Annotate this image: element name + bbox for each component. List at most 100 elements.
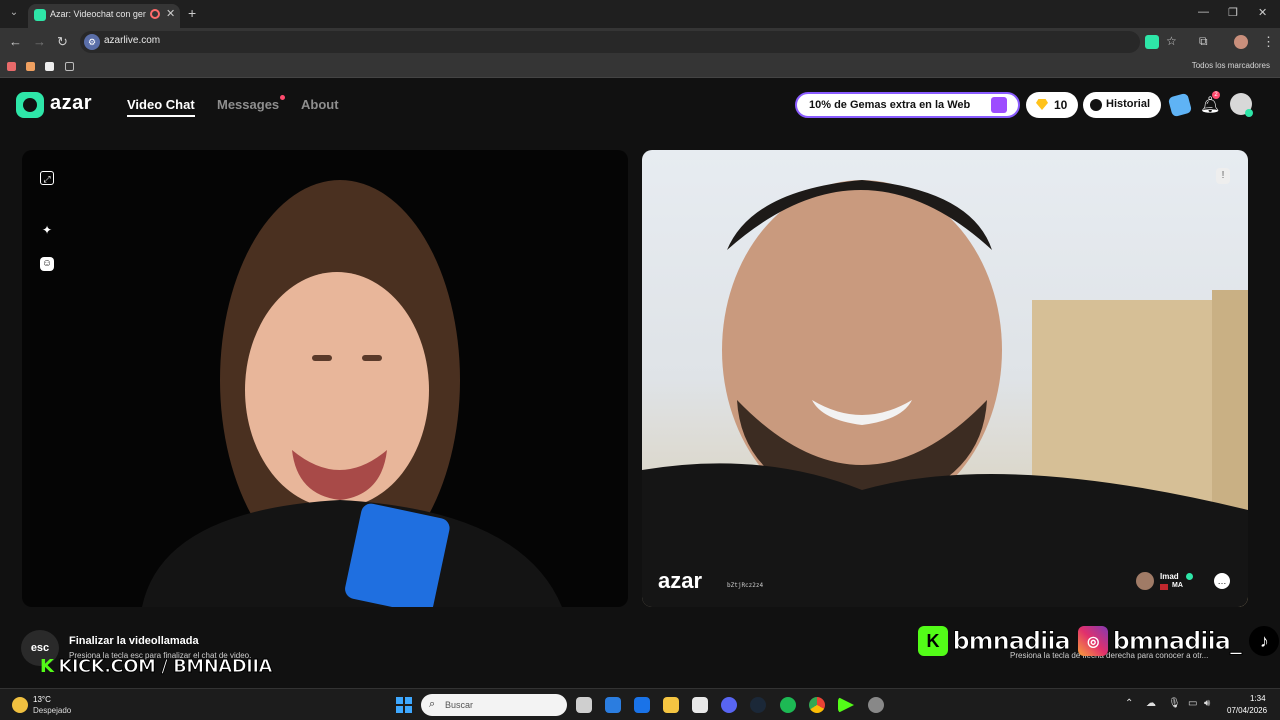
file-explorer-icon[interactable] bbox=[663, 697, 679, 713]
gift-icon bbox=[991, 97, 1007, 113]
clock-date[interactable]: 07/04/2026 bbox=[1227, 706, 1267, 715]
cloud-icon[interactable]: ☁ bbox=[1146, 698, 1156, 709]
outlook-icon[interactable] bbox=[634, 697, 650, 713]
azar-watermark: azar bbox=[658, 568, 703, 593]
face-filter-icon[interactable]: ☺ bbox=[40, 257, 54, 271]
kick-overlay: K KICK.COM / BMNADIIA bbox=[40, 656, 273, 678]
social-handle: bmnadiia bbox=[952, 627, 1071, 656]
search-placeholder: Buscar bbox=[445, 700, 474, 710]
windows-start-icon[interactable] bbox=[396, 697, 412, 713]
extensions-puzzle-icon[interactable]: ⧉ bbox=[1199, 34, 1208, 49]
peer-avatar[interactable] bbox=[1136, 572, 1154, 590]
forward-icon[interactable]: → bbox=[33, 34, 46, 49]
reload-icon[interactable]: ↻ bbox=[57, 34, 68, 50]
bookmarks-bar: Todos los marcadores bbox=[0, 56, 1280, 78]
browser-menu-icon[interactable]: ⋮ bbox=[1262, 34, 1275, 50]
clock-icon bbox=[1090, 99, 1102, 111]
bookmark-star-icon[interactable]: ☆ bbox=[1166, 34, 1177, 48]
gems-count: 10 bbox=[1054, 98, 1068, 112]
peer-video-panel: ! azar bZtjRcz2z4 Imad MA … bbox=[642, 150, 1248, 607]
bookmark-icon[interactable] bbox=[7, 62, 16, 71]
url-field[interactable]: ⚙ azarlive.com bbox=[80, 31, 1140, 53]
online-status-dot bbox=[1245, 109, 1253, 117]
self-video-panel: ⤢ ✦ ☺ bbox=[22, 150, 628, 607]
bookmark-icon[interactable] bbox=[26, 62, 35, 71]
azar-app: azar Video Chat Messages About 10% de Ge… bbox=[0, 78, 1280, 688]
clock-time[interactable]: 1:34 bbox=[1250, 694, 1266, 703]
profile-avatar-icon[interactable] bbox=[1234, 35, 1248, 49]
nav-messages[interactable]: Messages bbox=[217, 97, 279, 112]
tiktok-icon: ♪ bbox=[1249, 626, 1280, 656]
azar-logo-icon[interactable] bbox=[16, 92, 44, 118]
app-icon[interactable] bbox=[692, 697, 708, 713]
kick-handle: KICK.COM / BMNADIIA bbox=[58, 656, 273, 678]
network-icon[interactable]: ▭ bbox=[1188, 698, 1197, 709]
brand-name[interactable]: azar bbox=[50, 92, 92, 115]
end-call-title: Finalizar la videollamada bbox=[69, 635, 199, 647]
address-bar: ← → ↻ ⚙ azarlive.com ☆ ⧉ ⋮ bbox=[0, 28, 1280, 56]
instagram-icon: ◎ bbox=[1078, 626, 1109, 656]
weather-moon-icon[interactable] bbox=[12, 697, 28, 713]
social-handles-overlay: K bmnadiia ◎ bmnadiia_ ♪ bmn bbox=[918, 626, 1280, 660]
tab-close-icon[interactable]: ✕ bbox=[166, 7, 175, 20]
maximize-icon[interactable]: ❐ bbox=[1228, 6, 1238, 19]
tab-title: Azar: Videochat con gente bbox=[50, 9, 146, 19]
discord-icon[interactable] bbox=[721, 697, 737, 713]
apps-grid-icon[interactable] bbox=[65, 62, 74, 71]
spotify-icon[interactable] bbox=[780, 697, 796, 713]
session-id: bZtjRcz2z4 bbox=[727, 582, 764, 589]
weather-description[interactable]: Despejado bbox=[33, 706, 71, 715]
temperature[interactable]: 13°C bbox=[33, 695, 51, 704]
self-video-feed bbox=[142, 180, 562, 607]
browser-tab-bar: ⌄ Azar: Videochat con gente ✕ + — ❐ ✕ bbox=[0, 0, 1280, 28]
back-icon[interactable]: ← bbox=[9, 34, 22, 49]
chrome-icon[interactable] bbox=[809, 697, 825, 713]
search-icon: ⌕ bbox=[429, 698, 436, 710]
peer-video-feed bbox=[642, 180, 1248, 607]
minimize-video-icon[interactable]: ⤢ bbox=[40, 171, 54, 185]
kick-app-icon[interactable] bbox=[838, 697, 854, 713]
promo-text: 10% de Gemas extra en la Web bbox=[809, 99, 971, 111]
effects-wand-icon[interactable]: ✦ bbox=[40, 223, 54, 237]
peer-name[interactable]: Imad bbox=[1160, 572, 1179, 581]
bookmark-icon[interactable] bbox=[45, 62, 54, 71]
history-button[interactable]: Historial bbox=[1083, 92, 1161, 118]
browser-tab[interactable]: Azar: Videochat con gente ✕ bbox=[28, 4, 180, 28]
gem-icon bbox=[1036, 99, 1048, 110]
history-label: Historial bbox=[1106, 98, 1151, 110]
report-shield-icon[interactable]: ! bbox=[1216, 168, 1230, 184]
url-text: azarlive.com bbox=[104, 35, 161, 46]
kick-logo-icon: K bbox=[918, 626, 948, 656]
gems-balance-button[interactable]: 10 bbox=[1026, 92, 1078, 118]
morocco-flag-icon bbox=[1160, 584, 1168, 590]
volume-icon[interactable]: 🔊︎ bbox=[1204, 698, 1210, 709]
minimize-icon[interactable]: — bbox=[1198, 6, 1209, 18]
microphone-icon[interactable]: 🎙︎ bbox=[1168, 698, 1181, 709]
azar-favicon-icon bbox=[34, 9, 46, 21]
steam-icon[interactable] bbox=[750, 697, 766, 713]
nav-video-chat[interactable]: Video Chat bbox=[127, 97, 195, 117]
tray-overflow-icon[interactable]: ⌃ bbox=[1125, 698, 1133, 709]
chat-bubble-icon[interactable]: … bbox=[1214, 573, 1230, 589]
shop-box-icon[interactable] bbox=[1167, 92, 1193, 118]
messages-unread-dot bbox=[280, 95, 285, 100]
obs-icon[interactable] bbox=[868, 697, 884, 713]
tab-search-icon[interactable]: ⌄ bbox=[6, 5, 22, 21]
os-taskbar: 13°C Despejado ⌕ Buscar ⌃ ☁ 🎙︎ ▭ 🔊︎ 1:34… bbox=[0, 688, 1280, 720]
kick-logo-icon: K bbox=[40, 656, 54, 677]
recording-icon bbox=[150, 9, 160, 19]
peer-country: MA bbox=[1172, 582, 1183, 589]
store-icon[interactable] bbox=[605, 697, 621, 713]
taskbar-search-input[interactable]: ⌕ Buscar bbox=[421, 694, 567, 716]
extension-icon[interactable] bbox=[1145, 35, 1159, 49]
all-bookmarks-link[interactable]: Todos los marcadores bbox=[1192, 61, 1270, 70]
notification-badge: 2 bbox=[1212, 91, 1220, 99]
task-view-icon[interactable] bbox=[576, 697, 592, 713]
site-info-icon[interactable]: ⚙ bbox=[84, 34, 100, 50]
social-handle: bmnadiia_ bbox=[1112, 627, 1242, 656]
nav-about[interactable]: About bbox=[301, 97, 339, 112]
gems-promo-button[interactable]: 10% de Gemas extra en la Web bbox=[795, 92, 1020, 118]
close-window-icon[interactable]: ✕ bbox=[1258, 6, 1267, 19]
new-tab-button[interactable]: + bbox=[188, 5, 196, 21]
verified-icon bbox=[1186, 573, 1193, 580]
